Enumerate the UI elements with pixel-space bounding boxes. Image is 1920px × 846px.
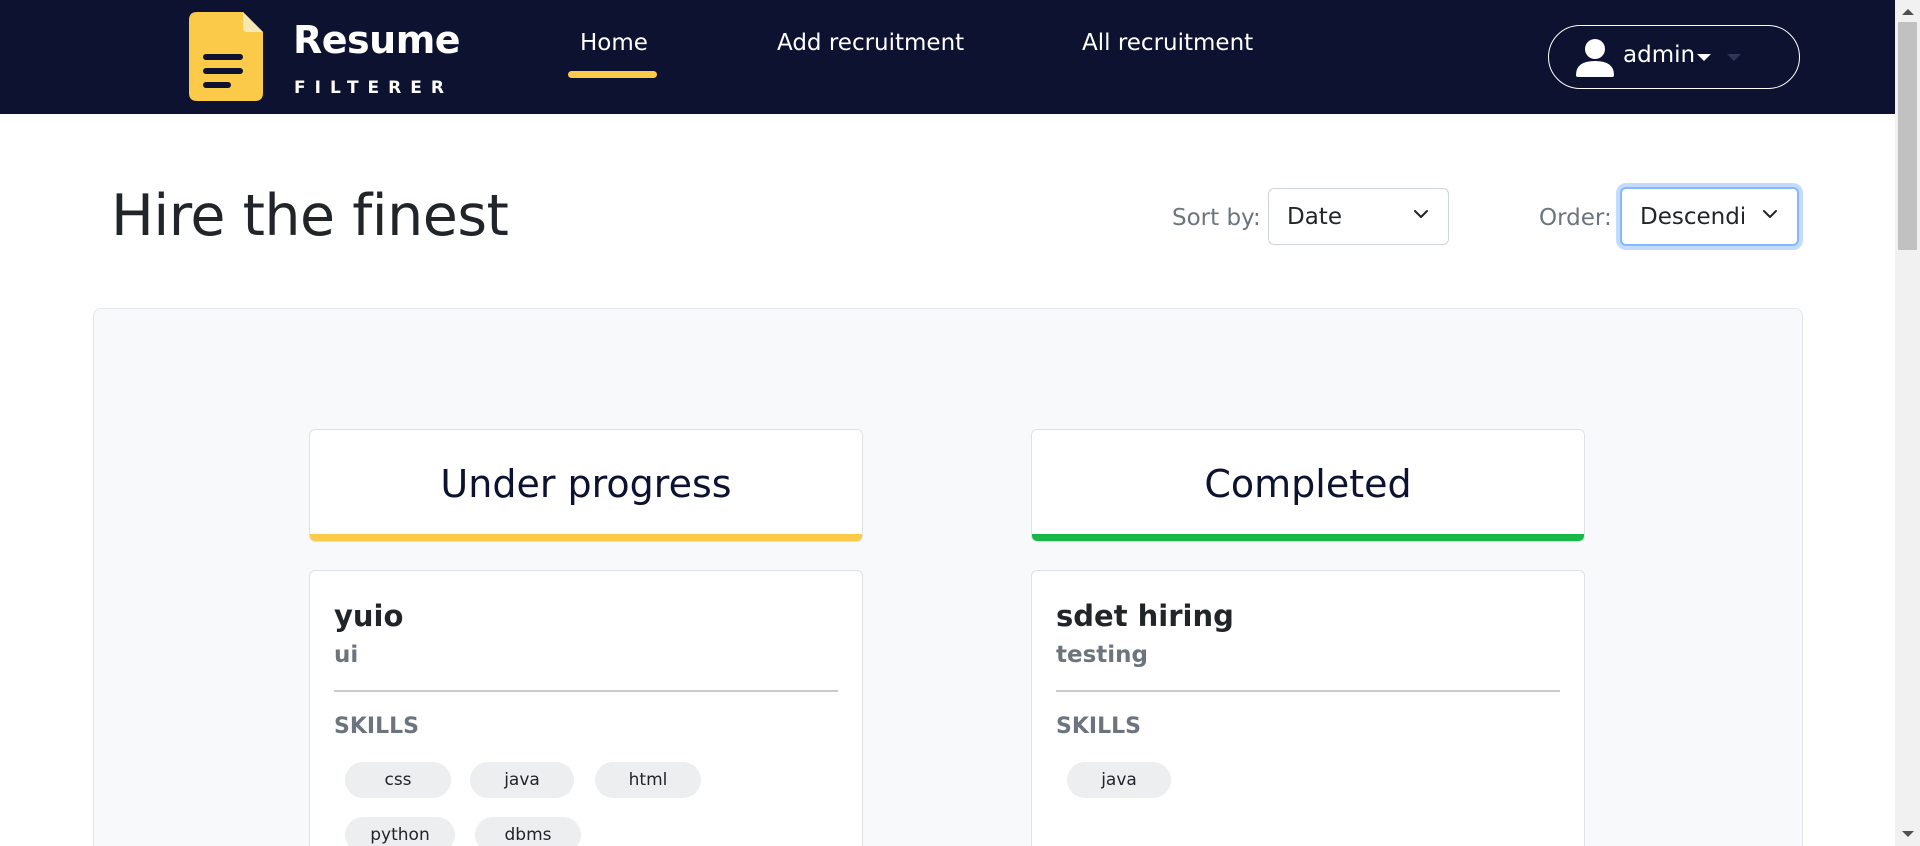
column-header-completed: Completed xyxy=(1031,429,1585,542)
brand-title[interactable]: Resume xyxy=(293,18,461,62)
vertical-scrollbar[interactable] xyxy=(1895,0,1920,846)
skill-chip: dbms xyxy=(475,817,581,846)
scroll-up-arrow-icon[interactable] xyxy=(1902,9,1914,15)
dropdown-caret-icon xyxy=(1727,54,1741,61)
column-title: Under progress xyxy=(440,462,732,506)
nav-link-add-recruitment[interactable]: Add recruitment xyxy=(777,30,964,56)
user-menu-button[interactable]: admin xyxy=(1548,25,1800,89)
user-icon xyxy=(1576,39,1614,77)
skill-chip: java xyxy=(470,762,574,798)
nav-link-all-recruitment[interactable]: All recruitment xyxy=(1082,30,1253,56)
skill-chip: java xyxy=(1067,762,1171,798)
column-title: Completed xyxy=(1204,462,1412,506)
order-value: Descending xyxy=(1640,204,1744,230)
sort-by-select[interactable]: Date xyxy=(1268,188,1449,245)
recruitment-title: yuio xyxy=(334,599,404,633)
skills-heading: SKILLS xyxy=(334,714,419,739)
recruitment-role: testing xyxy=(1056,642,1148,668)
page-title: Hire the finest xyxy=(111,183,509,249)
column-header-under-progress: Under progress xyxy=(309,429,863,542)
chevron-down-icon xyxy=(1763,210,1777,218)
skill-chip: html xyxy=(595,762,701,798)
resume-document-logo-icon[interactable] xyxy=(189,12,263,101)
sort-by-label: Sort by: xyxy=(1172,205,1261,231)
recruitment-card[interactable]: yuio ui SKILLS css java html python dbms xyxy=(309,570,863,846)
order-label: Order: xyxy=(1539,205,1612,231)
chevron-down-icon xyxy=(1414,210,1428,218)
scroll-down-arrow-icon[interactable] xyxy=(1902,831,1914,837)
recruitment-title: sdet hiring xyxy=(1056,599,1234,633)
skill-chip: css xyxy=(345,762,451,798)
username-label: admin xyxy=(1623,42,1696,68)
chevron-down-icon xyxy=(1697,54,1711,61)
column-accent-bar xyxy=(310,534,862,541)
skill-chip: python xyxy=(345,817,455,846)
recruitment-card[interactable]: sdet hiring testing SKILLS java xyxy=(1031,570,1585,846)
brand-subtitle: FILTERER xyxy=(294,78,453,98)
sort-by-value: Date xyxy=(1287,204,1342,230)
recruitment-role: ui xyxy=(334,642,359,668)
skills-heading: SKILLS xyxy=(1056,714,1141,739)
order-select[interactable]: Descending xyxy=(1620,187,1799,246)
nav-link-home[interactable]: Home xyxy=(580,30,648,56)
top-navbar: Resume FILTERER Home Add recruitment All… xyxy=(0,0,1895,114)
scrollbar-thumb[interactable] xyxy=(1898,22,1917,250)
active-nav-indicator xyxy=(568,71,657,78)
card-divider xyxy=(1056,690,1560,692)
column-accent-bar xyxy=(1032,534,1584,541)
card-divider xyxy=(334,690,838,692)
